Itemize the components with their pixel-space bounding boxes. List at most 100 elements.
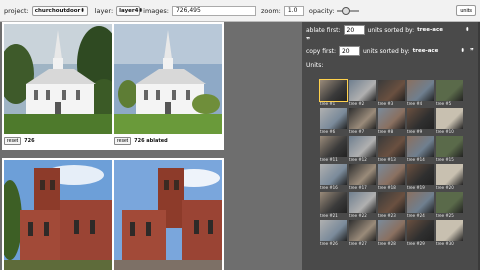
unit-tile[interactable]: tree #13 — [378, 136, 405, 162]
unit-label: tree #7 — [349, 129, 365, 134]
zoom-input[interactable]: 1.0 — [283, 5, 304, 16]
unit-label: tree #2 — [349, 101, 365, 106]
unit-thumbnail — [320, 136, 347, 157]
unit-tile[interactable]: tree #29 — [407, 220, 434, 246]
unit-thumbnail — [436, 136, 463, 157]
unit-tile[interactable]: tree #1 — [319, 79, 348, 106]
unit-label: tree #27 — [349, 241, 367, 246]
unit-tile[interactable]: tree #11 — [320, 136, 347, 162]
unit-tile[interactable]: tree #17 — [349, 164, 376, 190]
units-label: Units: — [306, 62, 324, 69]
reset-button[interactable]: reset — [4, 137, 22, 145]
image-pair-card-2 — [2, 158, 224, 270]
unit-label: tree #26 — [320, 241, 338, 246]
unit-label: tree #13 — [378, 157, 396, 162]
unit-tile[interactable]: tree #20 — [436, 164, 463, 190]
unit-tile[interactable]: tree #30 — [436, 220, 463, 246]
unit-label: tree #30 — [436, 241, 454, 246]
unit-tile[interactable]: tree #10 — [436, 108, 463, 134]
ablate-quote-icon[interactable]: ❞ — [306, 36, 310, 44]
unit-tile[interactable]: tree #6 — [320, 108, 347, 134]
unit-tile[interactable]: tree #16 — [320, 164, 347, 190]
unit-label: tree #10 — [436, 129, 454, 134]
unit-thumbnail — [349, 136, 376, 157]
unit-thumbnail — [349, 80, 376, 101]
unit-label: tree #15 — [436, 157, 454, 162]
project-label: project: — [4, 6, 29, 15]
zoom-label: zoom: — [260, 6, 281, 15]
unit-tile[interactable]: tree #5 — [436, 80, 463, 106]
unit-thumbnail — [407, 136, 434, 157]
unit-label: tree #6 — [320, 129, 336, 134]
unit-label: tree #24 — [407, 213, 425, 218]
unit-tile[interactable]: tree #18 — [378, 164, 405, 190]
unit-label: tree #11 — [320, 157, 338, 162]
layer-select[interactable]: layer4 ⬍ — [116, 5, 143, 16]
unit-label: tree #18 — [378, 185, 396, 190]
unit-tile[interactable]: tree #9 — [407, 108, 434, 134]
reset-ablated-button[interactable]: reset — [114, 137, 132, 145]
unit-thumbnail — [378, 192, 405, 213]
unit-tile[interactable]: tree #12 — [349, 136, 376, 162]
unit-tile[interactable]: tree #25 — [436, 192, 463, 218]
images-input[interactable]: 726,495 — [171, 5, 256, 16]
unit-tile[interactable]: tree #21 — [320, 192, 347, 218]
copy-quote-icon[interactable]: ❞ — [470, 47, 474, 55]
unit-thumbnail — [378, 164, 405, 185]
project-select[interactable]: churchoutdoor ⬍ — [31, 5, 88, 16]
reset-row-left: reset 726 — [4, 137, 35, 145]
layer-label: layer: — [94, 6, 114, 15]
unit-tile[interactable]: tree #14 — [407, 136, 434, 162]
original-image[interactable] — [4, 24, 112, 134]
unit-label: tree #20 — [436, 185, 454, 190]
unit-thumbnail — [436, 108, 463, 129]
image-area: reset 726 reset 726 ablated — [0, 22, 300, 270]
unit-tile[interactable]: tree #15 — [436, 136, 463, 162]
unit-label: tree #14 — [407, 157, 425, 162]
unit-label: tree #12 — [349, 157, 367, 162]
unit-tile[interactable]: tree #4 — [407, 80, 434, 106]
unit-thumbnail — [407, 192, 434, 213]
unit-label: tree #22 — [349, 213, 367, 218]
unit-tile[interactable]: tree #26 — [320, 220, 347, 246]
ablate-sort-label: units sorted by: — [367, 26, 415, 34]
ablate-sort-select[interactable]: tree-ace ⬍ — [417, 27, 469, 33]
unit-label: tree #19 — [407, 185, 425, 190]
copy-sort-select[interactable]: tree-ace ⬍ — [413, 48, 465, 54]
copy-row: copy first: 20 units sorted by: tree-ace… — [306, 46, 474, 56]
units-button[interactable]: units — [456, 5, 476, 16]
unit-label: tree #16 — [320, 185, 338, 190]
unit-thumbnail — [436, 192, 463, 213]
copy-count-input[interactable]: 20 — [338, 46, 360, 56]
opacity-slider[interactable] — [337, 6, 360, 16]
unit-tile[interactable]: tree #8 — [378, 108, 405, 134]
unit-label: tree #1 — [320, 101, 336, 106]
unit-thumbnail — [378, 80, 405, 101]
original-image-2[interactable] — [4, 160, 112, 270]
unit-tile[interactable]: tree #28 — [378, 220, 405, 246]
unit-label: tree #17 — [349, 185, 367, 190]
unit-thumbnail — [407, 108, 434, 129]
ablated-image[interactable] — [114, 24, 222, 134]
unit-thumbnail — [320, 108, 347, 129]
unit-tile[interactable]: tree #22 — [349, 192, 376, 218]
unit-tile[interactable]: tree #2 — [349, 80, 376, 106]
unit-tile[interactable]: tree #23 — [378, 192, 405, 218]
unit-label: tree #21 — [320, 213, 338, 218]
copy-sort-label: units sorted by: — [362, 47, 410, 55]
units-panel: ablate first: 20 units sorted by: tree-a… — [302, 22, 478, 270]
unit-tile[interactable]: tree #7 — [349, 108, 376, 134]
unit-thumbnail — [349, 192, 376, 213]
unit-tile[interactable]: tree #3 — [378, 80, 405, 106]
unit-tile[interactable]: tree #27 — [349, 220, 376, 246]
unit-label: tree #4 — [407, 101, 423, 106]
unit-label: tree #29 — [407, 241, 425, 246]
unit-tile[interactable]: tree #24 — [407, 192, 434, 218]
opacity-slider-knob[interactable] — [342, 6, 351, 15]
ablate-count-input[interactable]: 20 — [343, 25, 365, 35]
ablated-image-2[interactable] — [114, 160, 222, 270]
unit-tile[interactable]: tree #19 — [407, 164, 434, 190]
unit-thumbnail — [319, 79, 348, 102]
unit-label: tree #25 — [436, 213, 454, 218]
unit-thumbnail — [378, 108, 405, 129]
